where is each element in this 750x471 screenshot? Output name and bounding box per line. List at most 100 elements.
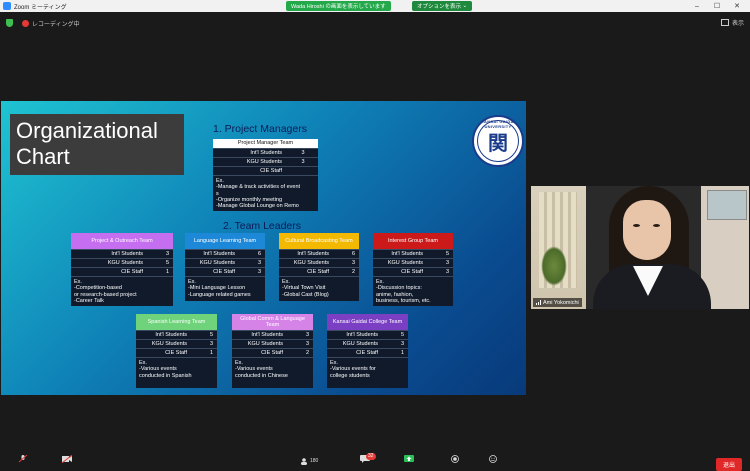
team-card-global-comm-language: Global Comm & Language Team Int'l Studen… [232, 314, 313, 388]
university-logo: KANSAI GAIDAI UNIVERSITY 関 [472, 115, 524, 167]
table-row: KGU Students 3 [327, 339, 408, 348]
view-button[interactable]: 表示 [720, 18, 744, 27]
security-shield-icon[interactable] [6, 19, 13, 27]
row-value [288, 167, 318, 175]
table-row: Int'l Students 3 [213, 148, 318, 157]
table-row: KGU Students 3 [136, 339, 217, 348]
view-options-button[interactable]: オプションを表示 ⌄ [412, 1, 473, 11]
pm-example: Ex. -Manage & track activities of event … [213, 175, 318, 212]
team-example: Ex. -Various events for college students [327, 357, 408, 388]
participant-eye [633, 224, 640, 227]
row-value: 3 [305, 341, 309, 347]
record-button[interactable] [446, 455, 464, 467]
row-label: KGU Students [246, 159, 282, 165]
row-label: KGU Students [247, 341, 283, 347]
participants-count: 180 [310, 458, 319, 464]
row-label: CIE Staff [260, 168, 282, 174]
row-value: 5 [400, 332, 404, 338]
table-row: CIE Staff 1 [136, 348, 217, 357]
meeting-toolbar: 180 32 [0, 451, 750, 471]
table-row: KGU Students 3 [373, 258, 453, 267]
minimize-button[interactable]: – [688, 0, 706, 12]
row-label: KGU Students [151, 341, 187, 347]
participant-video[interactable]: Ami Yokomichi [531, 186, 749, 309]
row-value: 2 [305, 350, 309, 356]
row-value: 3 [301, 159, 305, 165]
row-value: 3 [400, 341, 404, 347]
participant-name: Ami Yokomichi [543, 299, 579, 306]
team-header: Project & Outreach Team [71, 233, 173, 249]
row-label: Int'l Students [111, 251, 143, 257]
table-row: Int'l Students 6 [279, 249, 359, 258]
maximize-button[interactable]: ☐ [708, 0, 726, 12]
row-label: Int'l Students [155, 332, 187, 338]
reactions-button[interactable] [484, 455, 502, 467]
screen-share-banner: Wada Hiroshi の画面を表示しています [286, 1, 391, 11]
table-row: Int'l Students 6 [185, 249, 265, 258]
participants-button[interactable]: 180 [300, 455, 330, 467]
zoom-app-icon [3, 2, 11, 10]
row-label: CIE Staff [356, 350, 378, 356]
team-example: Ex. -Mini Language Lesson -Language rela… [185, 276, 265, 301]
chat-button[interactable]: 32 [356, 453, 376, 467]
record-icon [451, 455, 459, 463]
row-label: KGU Students [387, 260, 423, 266]
team-header: Cultural Broadcasting Team [279, 233, 359, 249]
team-header: Interest Group Team [373, 233, 453, 249]
team-example: Ex. -Various events conducted in Spanish [136, 357, 217, 388]
team-card-cultural-broadcasting: Cultural Broadcasting Team Int'l Student… [279, 233, 359, 301]
row-label: Int'l Students [391, 251, 423, 257]
project-manager-table: Project Manager Team Int'l Students 3 KGU… [213, 139, 318, 212]
row-label: Int'l Students [250, 150, 282, 156]
table-row: KGU Students 3 [213, 157, 318, 166]
table-row: CIE Staff 1 [327, 348, 408, 357]
table-row: CIE Staff 1 [71, 267, 173, 276]
share-screen-button[interactable] [400, 455, 418, 467]
slide-title-line1: Organizational [16, 118, 158, 143]
leave-meeting-button[interactable]: 退出 [716, 458, 742, 471]
row-value: 5 [165, 260, 169, 266]
recording-label: レコーディング中 [32, 21, 80, 28]
chevron-down-icon: ⌄ [461, 3, 468, 9]
row-value: 3 [445, 260, 449, 266]
team-card-interest-group: Interest Group Team Int'l Students 5 KGU … [373, 233, 453, 306]
share-screen-icon [404, 455, 414, 462]
table-row: KGU Students 3 [232, 339, 313, 348]
row-label: CIE Staff [165, 350, 187, 356]
row-value: 3 [165, 251, 169, 257]
slide-title-line2: Chart [16, 144, 70, 169]
row-value: 3 [257, 260, 261, 266]
row-value: 1 [400, 350, 404, 356]
row-value: 3 [301, 150, 305, 156]
team-example: Ex. -Virtual Town Visit -Global Cast (Bl… [279, 276, 359, 301]
row-label: CIE Staff [401, 269, 423, 275]
table-row: CIE Staff 3 [373, 267, 453, 276]
row-value: 1 [165, 269, 169, 275]
video-toggle-button[interactable] [58, 455, 76, 467]
participants-icon [301, 457, 307, 465]
team-example: Ex. -Various events conducted in Chinese [232, 357, 313, 388]
row-label: KGU Students [293, 260, 329, 266]
table-row: CIE Staff 2 [232, 348, 313, 357]
table-row: CIE Staff 2 [279, 267, 359, 276]
team-card-kansai-gaidai-college: Kansai Gaidai College Team Int'l Student… [327, 314, 408, 388]
team-card-spanish-learning: Spanish Learning Team Int'l Students 5 KG… [136, 314, 217, 388]
row-value: 3 [351, 260, 355, 266]
row-label: KGU Students [199, 260, 235, 266]
row-value: 6 [351, 251, 355, 257]
logo-text: KANSAI GAIDAI UNIVERSITY [480, 119, 516, 129]
row-value: 5 [209, 332, 213, 338]
close-button[interactable]: ✕ [728, 0, 746, 12]
row-value: 3 [305, 332, 309, 338]
table-row: Int'l Students 3 [232, 330, 313, 339]
team-example: Ex. -Competition-based or research-based… [71, 276, 173, 306]
participant-nameplate: Ami Yokomichi [533, 298, 582, 307]
mute-button[interactable] [14, 455, 32, 467]
row-value: 1 [209, 350, 213, 356]
team-header: Spanish Learning Team [136, 314, 217, 330]
row-value: 3 [445, 269, 449, 275]
zoom-window: Zoom ミーティング Wada Hiroshi の画面を表示しています オプシ… [0, 0, 750, 471]
camera-off-icon [62, 455, 72, 463]
team-header: Kansai Gaidai College Team [327, 314, 408, 330]
table-row: CIE Staff [213, 166, 318, 175]
